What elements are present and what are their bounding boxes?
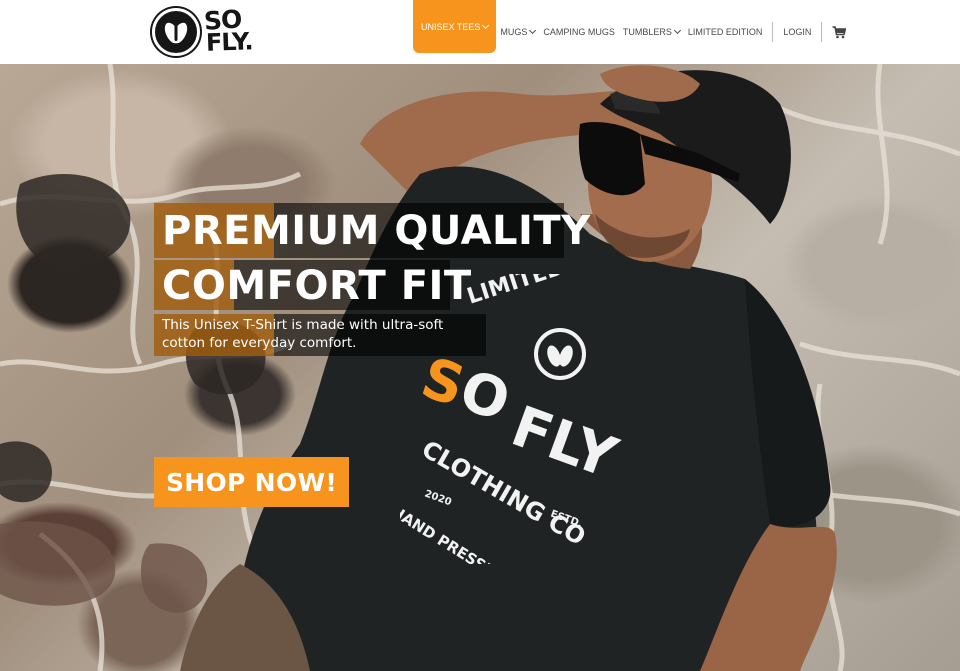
nav-item-limited-edition[interactable]: LIMITED EDITION: [684, 0, 767, 64]
shop-now-button[interactable]: SHOP NOW!: [154, 457, 349, 507]
nav-divider: [821, 22, 823, 42]
nav-item-label: MUGS: [500, 27, 528, 37]
hero-headline-line2: COMFORT FIT: [162, 263, 472, 309]
nav-item-label: TUMBLERS: [622, 27, 672, 37]
cart-icon: [832, 25, 847, 38]
nav-item-camping-mugs[interactable]: CAMPING MUGS: [539, 0, 619, 64]
chevron-down-icon: [529, 26, 537, 35]
svg-text:FLY: FLY: [503, 394, 626, 492]
nav-item-unisex-tees[interactable]: UNISEX TEES: [413, 0, 497, 53]
nav-item-label: UNISEX TEES: [421, 21, 481, 32]
svg-text:SO: SO: [414, 345, 518, 434]
chevron-down-icon: [673, 26, 681, 35]
login-link[interactable]: LOGIN: [779, 0, 815, 64]
chevron-down-icon: [482, 21, 490, 29]
logo-wordmark: SO FLY.: [203, 4, 260, 59]
main-nav: UNISEX TEES MUGS CAMPING MUGS TUMBLERS L…: [413, 0, 847, 64]
nav-divider: [772, 22, 774, 42]
nav-item-label: CAMPING MUGS: [543, 27, 615, 37]
hero-subtext-line1: This Unisex T-Shirt is made with ultra-s…: [162, 317, 444, 333]
nav-item-tumblers[interactable]: TUMBLERS: [619, 0, 684, 64]
svg-text:LIMITED EDITION: LIMITED EDITION: [464, 274, 670, 310]
nav-item-mugs[interactable]: MUGS: [496, 0, 539, 64]
logo-word-fly: FLY.: [205, 27, 253, 57]
nav-item-label: LIMITED EDITION: [687, 27, 763, 37]
site-header: SO FLY. UNISEX TEES MUGS CAMPING MUGS TU…: [0, 0, 960, 64]
brand-logo[interactable]: SO FLY.: [152, 4, 260, 59]
login-label: LOGIN: [783, 27, 812, 37]
svg-text:2020: 2020: [423, 488, 453, 508]
hero-headline-line1: PREMIUM QUALITY: [162, 208, 591, 254]
hero-subtext: This Unisex T-Shirt is made with ultra-s…: [162, 316, 462, 352]
hero-subtext-line2: cotton for everyday comfort.: [162, 335, 357, 351]
cart-button[interactable]: [828, 0, 847, 64]
hero-banner: LIMITED EDITION SO FLY CLOTHING CO 2020 …: [0, 64, 960, 671]
fly-logo-icon: [152, 8, 200, 56]
